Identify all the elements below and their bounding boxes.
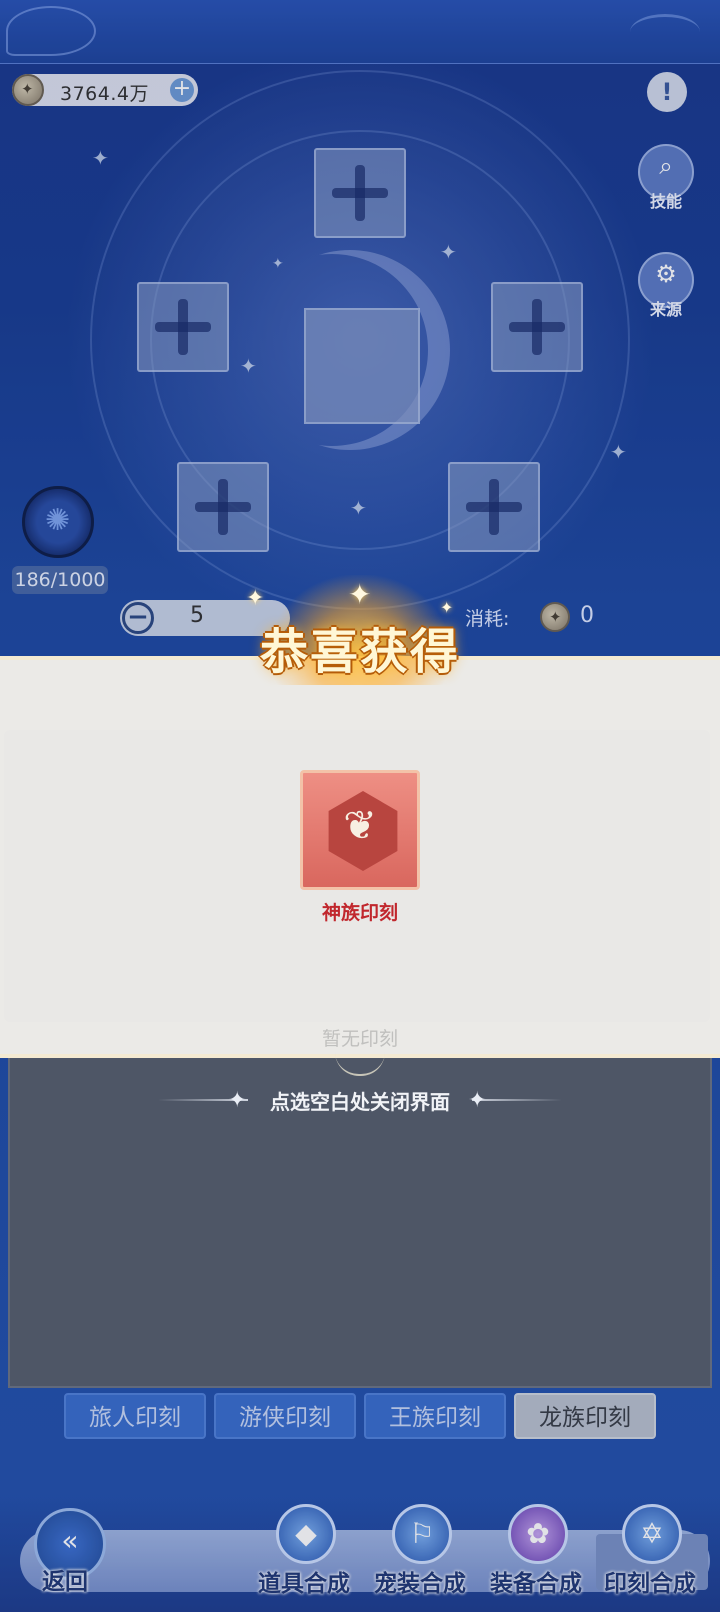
- reward-modal: ❦ 神族印刻 暂无印刻: [0, 656, 720, 1058]
- reward-item-name: 神族印刻: [321, 902, 398, 924]
- winged-emblem-icon: ❦: [343, 803, 377, 849]
- close-hint: 点选空白处关闭界面: [270, 1090, 450, 1114]
- reward-item[interactable]: ❦: [300, 770, 420, 890]
- congrats-title: 恭喜获得: [259, 624, 460, 680]
- empty-text: 暂无印刻: [321, 1028, 398, 1050]
- sparkle-icon: ✦: [246, 586, 265, 611]
- sparkle-icon: ✦: [348, 578, 372, 611]
